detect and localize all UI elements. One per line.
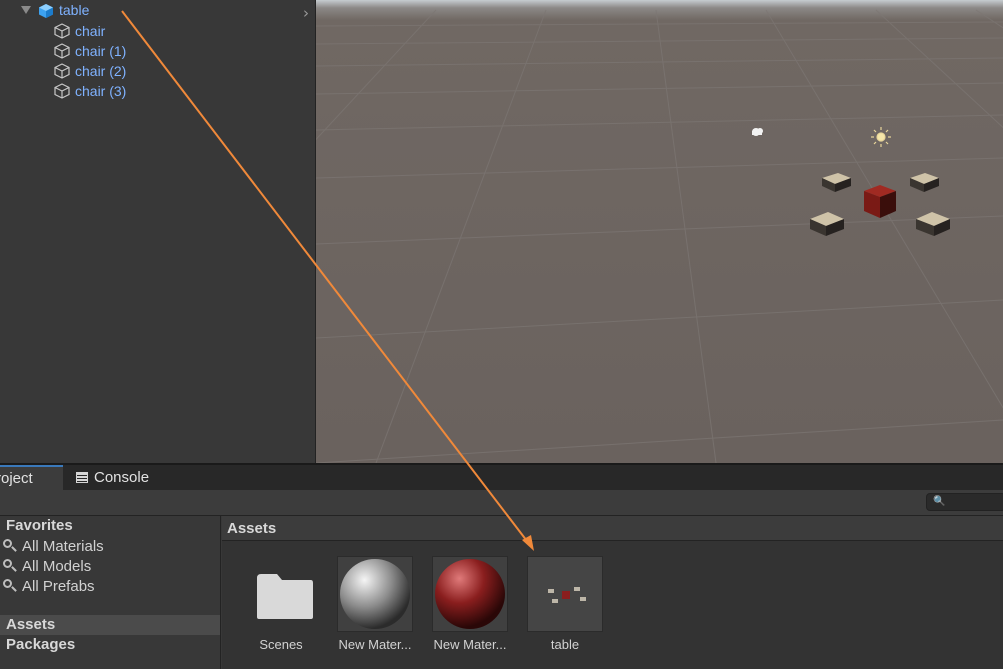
gameobject-cube-icon: [54, 43, 70, 59]
asset-thumbnail: [337, 556, 413, 632]
tab-label: Console: [94, 469, 150, 486]
chair-object: [810, 212, 844, 236]
assets-folder-label: Assets: [6, 616, 56, 633]
asset-scenes-folder[interactable]: Scenes: [236, 556, 326, 652]
favorite-all-models[interactable]: All Models: [2, 556, 91, 576]
favorite-all-prefabs[interactable]: All Prefabs: [2, 576, 95, 596]
favorite-label: All Models: [22, 557, 92, 575]
breadcrumb-assets[interactable]: Assets: [227, 520, 276, 537]
hierarchy-item-chair-1[interactable]: chair (1): [54, 41, 126, 61]
chevron-right-icon[interactable]: ›: [303, 4, 309, 22]
folder-icon: [257, 574, 313, 619]
chair-object: [916, 212, 950, 236]
scene-grid: [316, 9, 1003, 463]
asset-name: New Mater...: [338, 637, 412, 652]
tab-label: roject: [0, 470, 33, 487]
favorites-heading[interactable]: Favorites: [6, 517, 73, 534]
camera-gizmo-icon: [752, 128, 763, 136]
tree-item-packages[interactable]: Packages: [6, 636, 75, 653]
tab-console[interactable]: Console: [76, 465, 149, 490]
asset-table-prefab[interactable]: table: [520, 556, 610, 652]
bottom-tab-bar: roject Console: [0, 463, 1003, 490]
search-icon: [2, 538, 18, 554]
prefab-preview-icon: [548, 587, 586, 603]
search-icon: [2, 578, 18, 594]
table-object: [864, 185, 896, 218]
scene-view[interactable]: [316, 0, 1003, 463]
asset-name: Scenes: [259, 637, 303, 652]
favorite-label: All Materials: [22, 537, 104, 555]
chair-object: [910, 173, 939, 192]
gameobject-cube-icon: [54, 23, 70, 39]
material-sphere-icon: [340, 559, 410, 629]
hierarchy-item-chair[interactable]: chair: [54, 21, 105, 41]
hierarchy-item-label: chair (1): [75, 43, 127, 59]
asset-material-gray[interactable]: New Mater...: [330, 556, 420, 652]
prefab-cube-icon: [39, 4, 53, 18]
favorite-all-materials[interactable]: All Materials: [2, 536, 104, 556]
hierarchy-item-label: chair: [75, 23, 106, 39]
tab-project[interactable]: roject: [0, 465, 63, 490]
material-sphere-icon: [435, 559, 505, 629]
asset-thumbnail: [527, 556, 603, 632]
assets-breadcrumb: Assets: [222, 516, 1003, 541]
chair-object: [822, 173, 851, 192]
foldout-arrow-icon[interactable]: [21, 6, 31, 14]
asset-name: New Mater...: [433, 637, 507, 652]
asset-material-red[interactable]: New Mater...: [425, 556, 515, 652]
gameobject-cube-icon: [54, 63, 70, 79]
project-toolbar: 🔍: [0, 490, 1003, 516]
assets-grid-panel: Assets Scenes New Mater... New Mater...: [222, 516, 1003, 669]
tree-item-assets[interactable]: Assets: [0, 615, 220, 635]
hierarchy-item-label: chair (3): [75, 83, 127, 99]
hierarchy-item-label: table: [59, 2, 90, 18]
search-icon: [2, 558, 18, 574]
gameobject-cube-icon: [54, 83, 70, 99]
asset-name: table: [550, 637, 580, 652]
favorite-label: All Prefabs: [22, 577, 95, 595]
asset-thumbnail: [243, 556, 319, 632]
hierarchy-item-label: chair (2): [75, 63, 127, 79]
hierarchy-panel: table › chair chair (1) chair (2) chair …: [0, 0, 316, 463]
light-gizmo-icon: [871, 127, 891, 147]
hierarchy-item-table[interactable]: table ›: [0, 1, 315, 22]
hierarchy-item-chair-3[interactable]: chair (3): [54, 81, 126, 101]
asset-thumbnail: [432, 556, 508, 632]
scene-objects: [810, 173, 950, 236]
console-icon: [76, 472, 88, 483]
search-input[interactable]: 🔍: [926, 493, 1003, 511]
hierarchy-item-chair-2[interactable]: chair (2): [54, 61, 126, 81]
search-icon: 🔍: [933, 496, 946, 507]
project-folder-tree: Favorites All Materials All Models All P…: [0, 516, 221, 669]
